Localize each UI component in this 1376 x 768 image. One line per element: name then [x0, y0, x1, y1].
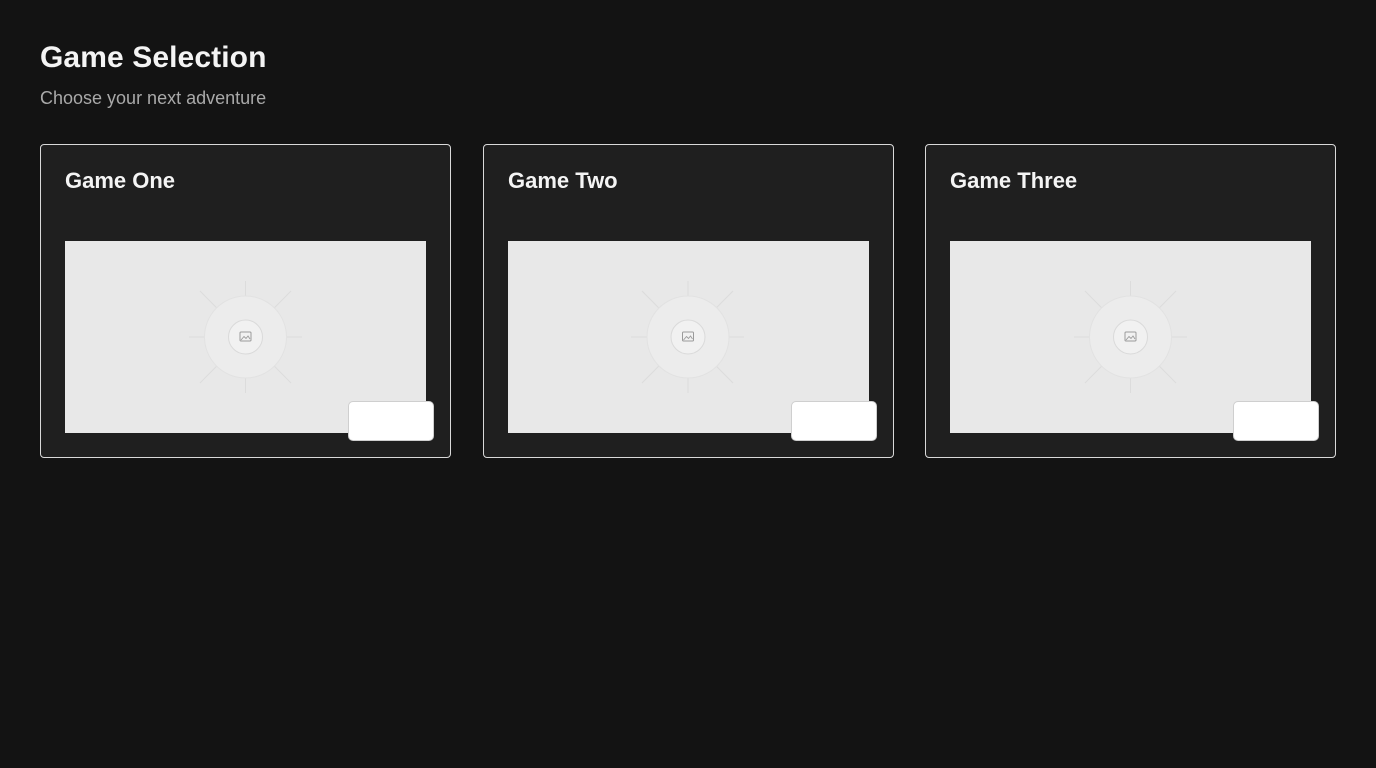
game-card-list: Game One Game Two Game Three	[40, 144, 1336, 458]
game-card-title: Game One	[65, 168, 176, 193]
play-button[interactable]	[791, 401, 877, 441]
game-card-three[interactable]: Game Three	[925, 144, 1336, 458]
page-subtitle: Choose your next adventure	[40, 88, 267, 108]
game-card-title: Game Two	[508, 168, 618, 193]
play-button[interactable]	[1233, 401, 1319, 441]
game-card-one[interactable]: Game One	[40, 144, 451, 458]
page-title: Game Selection	[40, 41, 267, 74]
game-card-two[interactable]: Game Two	[483, 144, 894, 458]
play-button[interactable]	[348, 401, 434, 441]
game-selection-page: Game Selection Choose your next adventur…	[0, 0, 1376, 768]
game-card-title: Game Three	[950, 168, 1078, 193]
